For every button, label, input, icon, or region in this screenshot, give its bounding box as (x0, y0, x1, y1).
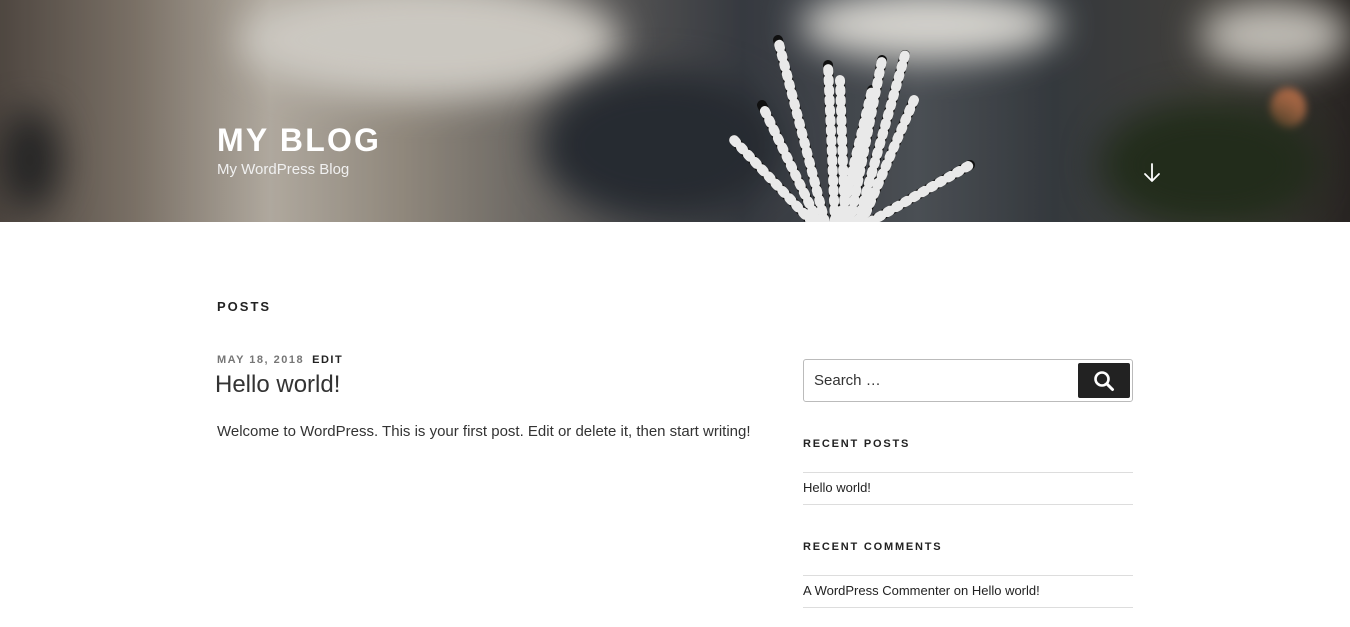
recent-comments-list: A WordPress Commenter on Hello world! (803, 575, 1133, 608)
post-title-link[interactable]: Hello world! (215, 371, 340, 399)
plant-image (729, 35, 975, 222)
list-item: A WordPress Commenter on Hello world! (803, 576, 1133, 608)
header-overlay (0, 0, 1350, 222)
search-icon (1094, 370, 1114, 391)
search-form (803, 359, 1133, 402)
site-description: My WordPress Blog (217, 161, 350, 178)
recent-post-link[interactable]: Hello world! (803, 480, 871, 495)
recent-posts-list: Hello world! (803, 472, 1133, 505)
search-button[interactable] (1078, 363, 1130, 398)
site-title[interactable]: MY BLOG (217, 122, 381, 159)
edit-post-link[interactable]: EDIT (312, 354, 343, 366)
comment-author-link[interactable]: A WordPress Commenter (803, 583, 950, 598)
post-excerpt: Welcome to WordPress. This is your first… (217, 423, 751, 440)
comment-post-link[interactable]: Hello world! (972, 583, 1040, 598)
arrow-down-icon[interactable] (1141, 162, 1163, 184)
site-header: MY BLOG My WordPress Blog (0, 0, 1350, 222)
page-title: POSTS (217, 299, 272, 314)
search-input[interactable] (804, 360, 1074, 401)
entry-meta: MAY 18, 2018 EDIT (217, 354, 343, 366)
comment-on-text: on (950, 583, 972, 598)
list-item: Hello world! (803, 473, 1133, 505)
recent-comments-title: RECENT COMMENTS (803, 541, 943, 553)
post-date-link[interactable]: MAY 18, 2018 (217, 354, 304, 366)
recent-posts-title: RECENT POSTS (803, 438, 911, 450)
